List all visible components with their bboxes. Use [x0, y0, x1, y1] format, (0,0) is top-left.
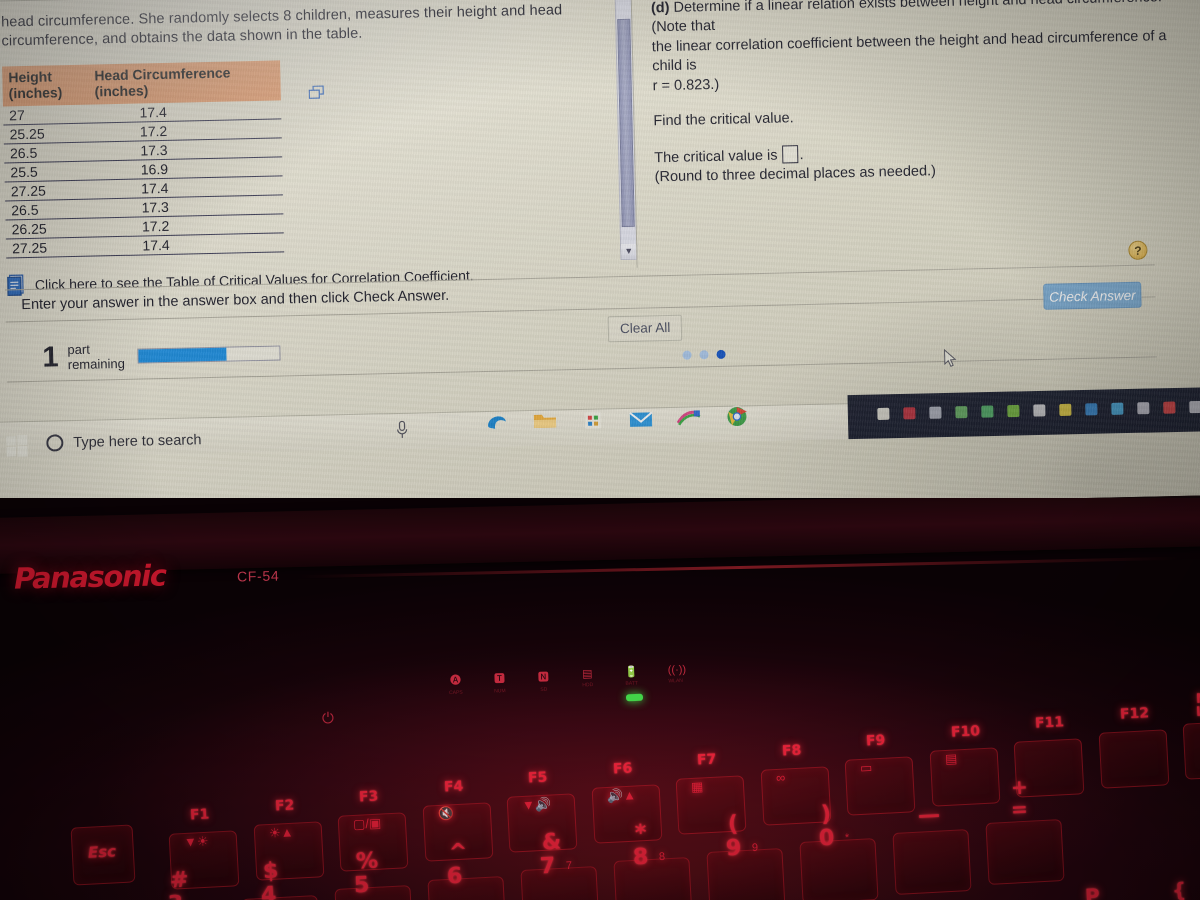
key-shift-label-5: % — [355, 848, 379, 875]
key-numpad-label-0: * — [844, 832, 850, 845]
key-glyph-f8: ∞ — [775, 769, 786, 785]
search-placeholder-text: Type here to search — [73, 431, 202, 451]
microphone-icon[interactable] — [396, 420, 408, 439]
key-number-8[interactable] — [613, 857, 693, 900]
key-number-9[interactable] — [706, 847, 786, 900]
key-label-numlock-line2: Lock — [1195, 702, 1200, 720]
indicator-wlan-icon: ((·)) WLAN — [667, 663, 687, 685]
key-base-label-6: 6 — [446, 863, 463, 890]
user-accessibility-icon[interactable] — [876, 406, 891, 421]
key-number-0[interactable] — [799, 838, 879, 900]
key-glyph-f7: ▦ — [690, 778, 704, 795]
cortana-circle-icon[interactable] — [46, 434, 64, 452]
sync-icon[interactable] — [980, 404, 995, 419]
security-icon[interactable] — [1058, 402, 1073, 417]
paint-icon[interactable] — [676, 404, 703, 431]
key-base-label-9: 9 — [725, 835, 742, 861]
key-label-plus: + — [1010, 774, 1029, 800]
laptop-photo-scene: Question Help ▼ ⚙ head circumference. Sh… — [0, 0, 1200, 900]
key-number-6[interactable] — [427, 875, 507, 900]
key-label-bracket: { — [1171, 877, 1187, 900]
key-base-label-5: 5 — [353, 872, 370, 899]
key-label-esc: Esc — [87, 842, 117, 862]
indicator-batt-icon: 🔋 BATT — [624, 666, 639, 687]
key-label-minus: — — [917, 802, 941, 829]
key-shift-label-4: $ — [262, 858, 279, 884]
key-label-f9: F9 — [865, 732, 886, 750]
key-shift-label-3: # — [169, 867, 190, 894]
laptop-model-label: CF-54 — [236, 567, 280, 585]
indicator-hdd-icon: ▤ HDD — [581, 668, 594, 689]
windows-start-icon[interactable] — [6, 435, 28, 457]
key-plus-equals[interactable] — [985, 819, 1065, 886]
chat-icon[interactable] — [1110, 401, 1125, 416]
pen-icon[interactable] — [928, 405, 943, 420]
edge-browser-icon[interactable] — [484, 409, 511, 436]
taskbar-search-box[interactable]: Type here to search — [46, 431, 202, 452]
chinese-ime-icon[interactable] — [902, 406, 917, 421]
laptop-keyboard: Esc F1 ▼☀ F2 ☀▲ F3 ▢/▣ F4 🔇 F5 ▼🔊 F6 🔊▲ F7 ▦ F8 ∞ F9 ▭ F10 ▤… — [0, 0, 1200, 900]
key-label-f11: F11 — [1034, 714, 1065, 732]
key-label-f6: F6 — [612, 760, 633, 778]
key-numpad-label-9: 9 — [751, 841, 759, 854]
key-number-7[interactable] — [520, 866, 600, 900]
indicator-num-icon: 🆃 NUM — [493, 673, 506, 695]
key-shift-label-8: * — [634, 820, 648, 847]
key-label-f8: F8 — [781, 742, 802, 760]
key-label-f12: F12 — [1119, 705, 1149, 723]
key-numpad-label-8: 8 — [658, 850, 666, 864]
graph-icon[interactable] — [1006, 403, 1021, 418]
chrome-browser-icon[interactable] — [724, 403, 751, 430]
key-label-f2: F2 — [274, 797, 295, 815]
onedrive-icon[interactable] — [954, 404, 969, 419]
key-minus[interactable] — [892, 828, 972, 895]
key-f9[interactable] — [844, 756, 916, 817]
key-base-label-3: 3 — [167, 892, 184, 900]
indicator-sd-icon: 🅽 SD — [537, 671, 550, 693]
key-shift-label-0: ) — [820, 801, 832, 828]
wireless-led-indicator — [625, 693, 644, 702]
key-base-label-7: 7 — [539, 854, 556, 880]
bluetooth-icon[interactable] — [1084, 402, 1099, 417]
display-icon[interactable] — [1136, 401, 1151, 416]
key-number-5[interactable] — [334, 885, 414, 900]
key-glyph-f3: ▢/▣ — [352, 814, 382, 832]
volume-icon[interactable] — [1032, 403, 1047, 418]
key-glyph-f6: 🔊▲ — [606, 787, 636, 804]
panasonic-brand-logo: Panasonic — [13, 558, 166, 596]
vpn-icon[interactable] — [1162, 400, 1177, 415]
key-glyph-f4: 🔇 — [437, 805, 455, 822]
key-label-f1: F1 — [189, 806, 210, 824]
key-label-f7: F7 — [696, 751, 717, 769]
indicator-caps-icon: 🅐 CAPS — [449, 674, 463, 697]
key-f12[interactable] — [1098, 729, 1169, 789]
key-glyph-f1: ▼☀ — [183, 833, 209, 850]
key-label-p: P — [1084, 883, 1101, 900]
task-view-icon[interactable] — [436, 410, 463, 437]
key-numpad-label-7: 7 — [565, 860, 573, 873]
key-label-f5: F5 — [527, 769, 548, 787]
key-label-f3: F3 — [358, 788, 379, 806]
key-shift-label-9: ( — [727, 811, 739, 837]
key-shift-label-7: & — [541, 829, 562, 856]
key-glyph-f10: ▤ — [944, 750, 958, 767]
key-shift-label-6: ^ — [448, 839, 469, 866]
key-label-f10: F10 — [950, 723, 980, 741]
key-base-label-4: 4 — [260, 882, 277, 900]
key-f10[interactable] — [929, 747, 1000, 807]
key-glyph-f9: ▭ — [859, 760, 873, 776]
key-label-equals: = — [1010, 796, 1029, 822]
power-button-icon[interactable]: ⏻ — [322, 710, 339, 727]
key-label-numlock-line1: Num — [1195, 689, 1200, 707]
key-num-lock[interactable] — [1182, 719, 1200, 780]
file-explorer-icon[interactable] — [532, 407, 559, 434]
microsoft-store-icon[interactable] — [580, 406, 607, 433]
key-base-label-8: 8 — [632, 844, 649, 871]
key-glyph-f5: ▼🔊 — [521, 796, 552, 813]
key-base-label-0: 0 — [818, 825, 835, 852]
key-glyph-f2: ☀▲ — [268, 824, 294, 841]
key-label-f4: F4 — [443, 778, 464, 796]
mail-icon[interactable] — [628, 405, 655, 432]
